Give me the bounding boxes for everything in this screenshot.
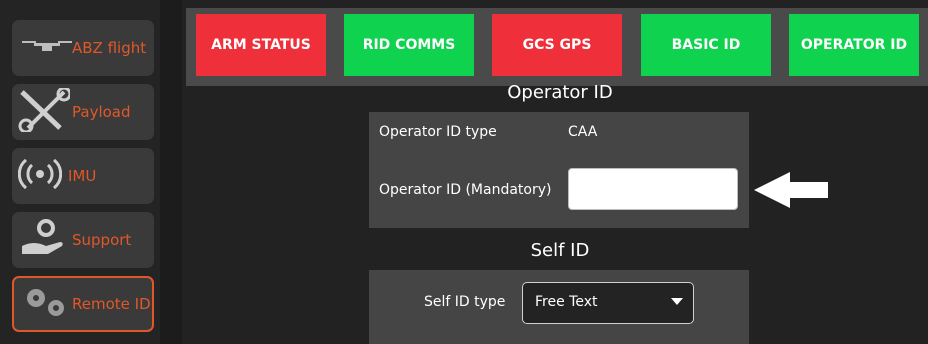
chevron-down-icon	[671, 298, 683, 305]
sidebar-item-imu[interactable]: IMU	[12, 148, 154, 204]
arm-status-button[interactable]: ARM STATUS	[196, 14, 326, 76]
operator-id-heading: Operator ID	[507, 82, 613, 103]
operator-id-button[interactable]: OPERATOR ID	[789, 14, 919, 76]
tools-icon	[18, 86, 72, 136]
basic-id-button[interactable]: BASIC ID	[641, 14, 771, 76]
self-id-type-select[interactable]: Free Text	[522, 282, 694, 324]
gcs-gps-button[interactable]: GCS GPS	[492, 14, 622, 76]
sidebar-divider	[160, 0, 182, 344]
operator-id-type-label: Operator ID type	[379, 124, 497, 140]
support-hand-gear-icon	[20, 218, 68, 262]
sidebar-item-label: Remote ID	[72, 295, 151, 313]
operator-id-input[interactable]	[568, 168, 738, 210]
sidebar-item-abz-flight[interactable]: ABZ flight	[12, 20, 154, 76]
sidebar: ABZ flight Payload IMU Support Remote ID	[0, 0, 160, 344]
drone-icon	[22, 39, 72, 57]
sidebar-item-support[interactable]: Support	[12, 212, 154, 268]
sidebar-item-label: Payload	[72, 103, 131, 121]
sidebar-item-label: IMU	[68, 167, 97, 185]
sidebar-item-payload[interactable]: Payload	[12, 84, 154, 140]
sidebar-item-remote-id[interactable]: Remote ID	[12, 276, 154, 332]
status-bar: ARM STATUS RID COMMS GCS GPS BASIC ID OP…	[186, 8, 928, 86]
self-id-type-label: Self ID type	[424, 294, 506, 310]
rid-comms-button[interactable]: RID COMMS	[344, 14, 474, 76]
operator-id-type-value: CAA	[568, 124, 598, 140]
signal-icon	[17, 158, 63, 193]
arrow-left-icon	[754, 172, 828, 208]
operator-id-label: Operator ID (Mandatory)	[379, 182, 552, 198]
gears-icon	[20, 284, 70, 324]
self-id-type-value: Free Text	[535, 294, 598, 310]
self-id-heading: Self ID	[530, 240, 590, 261]
sidebar-item-label: ABZ flight	[72, 39, 147, 57]
sidebar-item-label: Support	[72, 231, 132, 249]
